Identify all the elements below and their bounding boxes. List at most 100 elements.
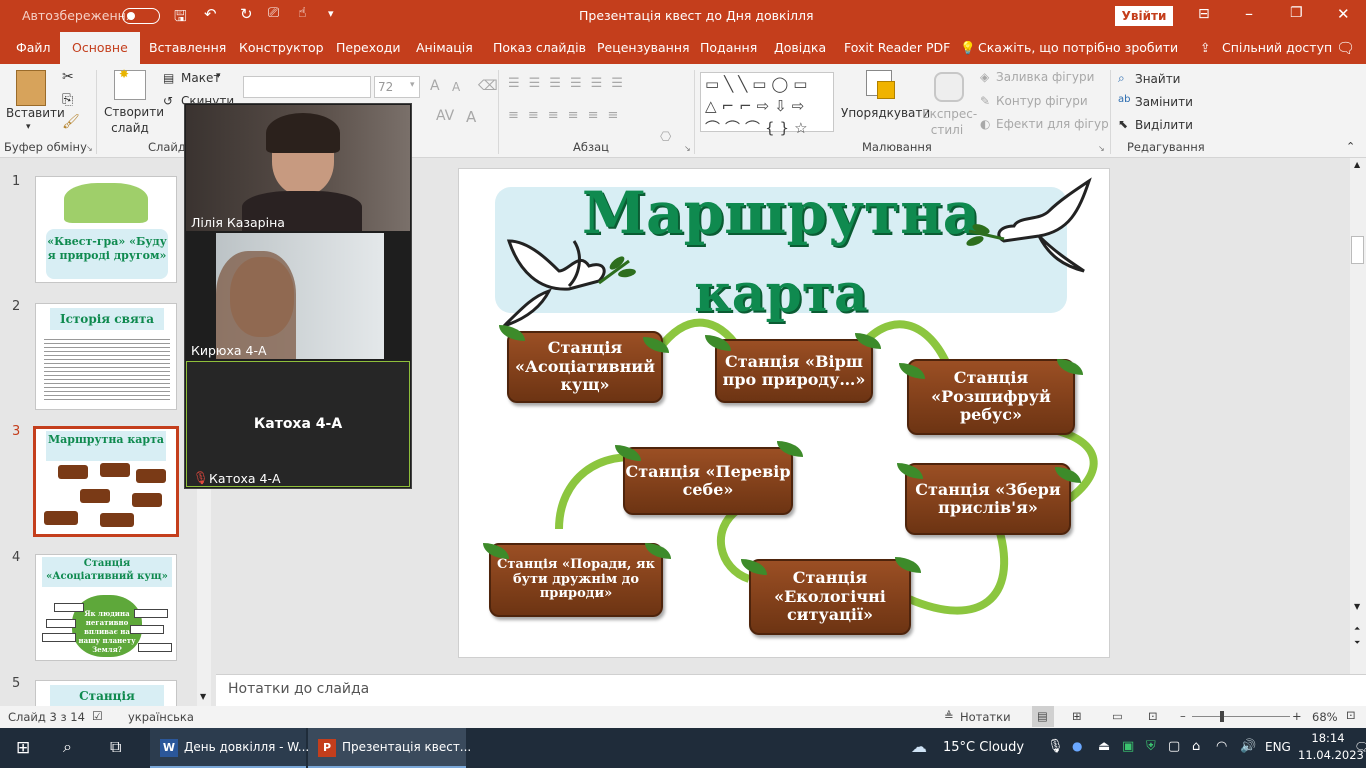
proofing-icon[interactable]: ☑ [92, 709, 103, 723]
tab-animations[interactable]: Анімація [414, 32, 475, 64]
normal-view-button[interactable]: ▤ [1032, 706, 1054, 727]
taskbar-app-word[interactable]: W День довкілля - W... [150, 728, 309, 768]
minimize-button[interactable]: – [1245, 4, 1253, 23]
shape-effects-icon[interactable]: ◐ [980, 117, 990, 131]
input-language[interactable]: ENG [1265, 740, 1291, 754]
notes-placeholder[interactable]: Нотатки до слайда [228, 681, 369, 697]
collapse-ribbon-icon[interactable]: ⌃ [1346, 140, 1355, 153]
video-call-panel[interactable]: Лілія Казаріна Кирюха 4-А Катоха 4-А 🎙 К… [184, 103, 412, 489]
present-icon[interactable]: ⎚ [268, 5, 279, 21]
font-size-dropdown-icon[interactable]: ▾ [410, 80, 415, 90]
signin-button[interactable]: Увійти [1115, 6, 1173, 26]
find-icon[interactable]: ⌕ [1118, 71, 1125, 86]
zoom-in-icon[interactable]: + [1292, 709, 1302, 723]
redo-icon[interactable]: ↻ [240, 5, 253, 23]
tab-review[interactable]: Рецензування [595, 32, 692, 64]
comments-icon[interactable]: 🗨 [1334, 32, 1357, 64]
tab-home[interactable]: Основне [60, 32, 140, 64]
tab-file[interactable]: Файл [14, 32, 53, 64]
font-color-icon[interactable]: A [466, 108, 476, 126]
arrange-icon[interactable] [866, 70, 895, 99]
zoom-level[interactable]: 68% [1312, 710, 1338, 724]
reset-icon[interactable]: ↺ [163, 94, 173, 108]
copy-icon[interactable]: ⎘ [62, 92, 73, 108]
save-icon[interactable]: 🖫 [174, 6, 187, 31]
notes-icon[interactable]: ≜ [944, 709, 954, 723]
thumbnail-slide-3-selected[interactable]: Маршрутна карта [33, 426, 179, 537]
tab-view[interactable]: Подання [698, 32, 759, 64]
shape-outline-button[interactable]: Контур фігури [996, 94, 1088, 108]
share-icon[interactable]: ⇪ [1198, 32, 1212, 64]
volume-icon[interactable]: 🔊 [1240, 739, 1256, 754]
taskbar-app-powerpoint[interactable]: P Презентація квест... [308, 728, 471, 768]
shape-fill-icon[interactable]: ◈ [980, 70, 989, 84]
tray-app-icon[interactable]: ▣ [1122, 739, 1134, 754]
task-view-icon[interactable]: ⧉ [110, 737, 121, 757]
notes-button[interactable]: Нотатки [960, 710, 1011, 724]
increase-font-icon[interactable]: A [430, 78, 440, 94]
new-slide-button[interactable]: Створити слайд [104, 104, 164, 136]
paste-dropdown-icon[interactable]: ▾ [26, 122, 31, 132]
scroll-thumb[interactable] [1351, 236, 1364, 264]
tell-me-icon[interactable]: 💡 [958, 32, 978, 64]
replace-icon[interactable]: ab [1118, 94, 1130, 105]
start-icon[interactable]: ⊞ [16, 738, 30, 758]
share-button[interactable]: Спільний доступ [1220, 32, 1334, 64]
thumbnail-slide-2[interactable]: Історія свята [35, 303, 177, 410]
decrease-font-icon[interactable]: A [452, 80, 460, 94]
tab-transitions[interactable]: Переходи [334, 32, 403, 64]
select-button[interactable]: Виділити [1135, 118, 1193, 132]
tab-slideshow[interactable]: Показ слайдів [491, 32, 588, 64]
layout-button[interactable]: Макет [181, 71, 220, 85]
undo-icon[interactable]: ↶ [204, 5, 217, 23]
wifi-icon[interactable]: ◠ [1216, 739, 1227, 754]
cut-icon[interactable]: ✂ [62, 69, 74, 85]
slideshow-icon[interactable]: ⊡ [1148, 709, 1158, 723]
zoom-slider[interactable] [1192, 711, 1290, 722]
autosave-toggle[interactable] [122, 8, 160, 24]
quick-styles-icon[interactable] [934, 72, 964, 102]
shape-effects-button[interactable]: Ефекти для фігур [996, 117, 1109, 131]
language-indicator[interactable]: українська [128, 710, 194, 724]
fit-to-window-icon[interactable]: ⊡ [1346, 708, 1356, 722]
drawing-launcher-icon[interactable]: ↘ [1098, 144, 1105, 153]
font-name-field[interactable] [243, 76, 371, 98]
smartart-icon[interactable]: ⎔ [660, 130, 671, 145]
zoom-app-icon[interactable]: ● [1072, 739, 1082, 753]
microphone-icon[interactable]: 🎙 [1047, 739, 1064, 754]
notes-pane[interactable]: Нотатки до слайда [216, 674, 1366, 706]
tab-design[interactable]: Конструктор [237, 32, 326, 64]
thumbnail-slide-4[interactable]: Станція «Асоціативний кущ» Як людина нег… [35, 554, 177, 661]
align-buttons[interactable]: ≡≡≡≡≡≡ [508, 108, 627, 123]
clock-time[interactable]: 18:14 [1304, 731, 1352, 745]
shape-fill-button[interactable]: Заливка фігури [996, 70, 1094, 84]
char-spacing-icon[interactable]: AV [436, 108, 454, 124]
layout-icon[interactable]: ▤ [163, 71, 174, 85]
ribbon-display-icon[interactable]: ⊟ [1198, 6, 1210, 22]
slide-sorter-icon[interactable]: ⊞ [1072, 709, 1082, 723]
paste-button[interactable]: Вставити [6, 106, 65, 120]
list-buttons[interactable]: ☰☰☰☰☰☰ [508, 76, 632, 91]
select-icon[interactable]: ⬉ [1118, 117, 1128, 131]
find-button[interactable]: Знайти [1135, 72, 1180, 86]
tab-foxit[interactable]: Foxit Reader PDF [842, 32, 952, 64]
restore-button[interactable]: ❐ [1290, 5, 1303, 21]
paragraph-launcher-icon[interactable]: ↘ [684, 144, 691, 153]
zoom-out-icon[interactable]: – [1180, 709, 1186, 723]
format-painter-icon[interactable]: 🖌 [62, 114, 80, 130]
notifications-icon[interactable]: 🗨 [1354, 740, 1366, 754]
close-button[interactable]: ✕ [1337, 5, 1350, 23]
shape-outline-icon[interactable]: ✎ [980, 94, 990, 108]
reading-view-icon[interactable]: ▭ [1112, 709, 1123, 723]
current-slide[interactable]: Маршрутна карта Станція «Асоціативний ку… [458, 168, 1110, 658]
clipboard-launcher-icon[interactable]: ↘ [86, 144, 93, 153]
paste-icon[interactable] [16, 70, 46, 106]
arrange-button[interactable]: Упорядкувати [841, 106, 930, 120]
new-slide-icon[interactable]: ✸ [114, 67, 146, 100]
shapes-gallery[interactable]: ▭╲╲▭◯▭ △⌐⌐⇨⇩⇨ ⌒⌒⌒{}☆ [700, 72, 834, 137]
clear-format-icon[interactable]: ⌫ [478, 78, 498, 94]
quick-styles-button[interactable]: Експрес-стилі [922, 106, 977, 138]
usb-icon[interactable]: ⏏ [1098, 739, 1110, 754]
replace-button[interactable]: Замінити [1135, 95, 1193, 109]
touch-icon[interactable]: ☝ [298, 5, 307, 21]
